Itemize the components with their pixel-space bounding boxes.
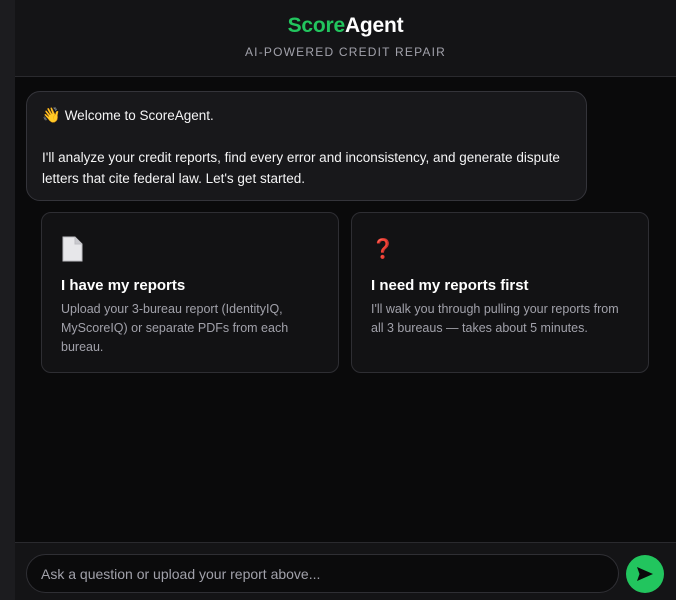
need-reports-card[interactable]: ❓ I need my reports first I'll walk you … [351, 212, 649, 373]
app-window: ScoreAgent AI-POWERED CREDIT REPAIR 👋 Wel… [0, 0, 676, 600]
card-description: Upload your 3-bureau report (IdentityIQ,… [61, 302, 289, 354]
left-rail [0, 0, 15, 600]
tagline: AI-POWERED CREDIT REPAIR [244, 45, 447, 59]
welcome-line-2: I'll analyze your credit reports, find e… [42, 150, 560, 186]
card-title: I have my reports [61, 277, 186, 294]
waving-hand-icon: 👋 [42, 107, 61, 124]
header: ScoreAgent AI-POWERED CREDIT REPAIR [15, 0, 676, 77]
welcome-greeting: 👋 Welcome to ScoreAgent. [42, 105, 571, 126]
have-reports-card[interactable]: I have my reports Upload your 3-bureau r… [41, 212, 339, 373]
welcome-line-1: Welcome to ScoreAgent. [64, 108, 214, 123]
question-mark-icon: ❓ [371, 235, 629, 263]
welcome-message: 👋 Welcome to ScoreAgent. I'll analyze you… [26, 91, 587, 201]
card-description: I'll walk you through pulling your repor… [371, 302, 619, 335]
send-button[interactable] [626, 555, 664, 593]
card-title: I need my reports first [371, 277, 529, 294]
brand-score: Score [287, 14, 346, 37]
document-icon [61, 235, 319, 263]
question-mark-glyph: ❓ [371, 238, 395, 260]
send-arrow-icon [637, 567, 653, 581]
brand-agent: Agent [344, 14, 404, 37]
composer-bar [15, 542, 676, 600]
brand-logo: ScoreAgent [15, 14, 676, 38]
message-input[interactable] [26, 554, 619, 593]
